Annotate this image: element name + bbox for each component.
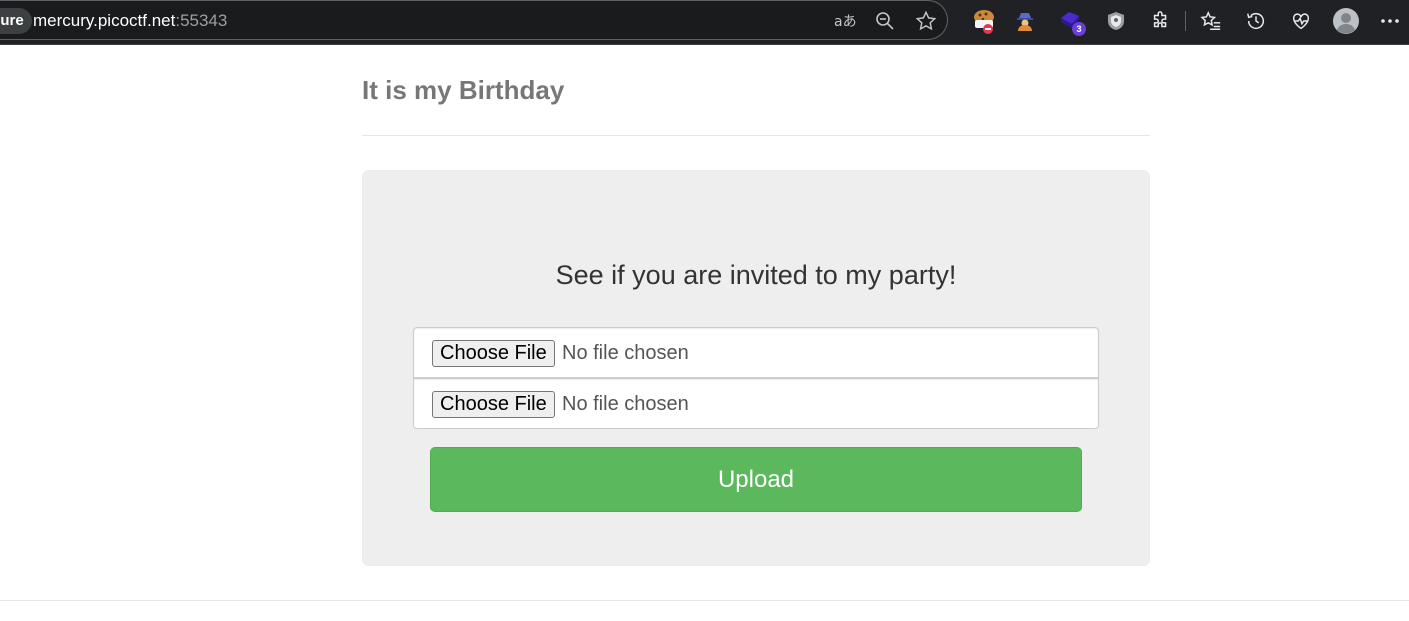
svg-text:aあ: aあ bbox=[834, 14, 856, 30]
file-status-1: No file chosen bbox=[562, 342, 689, 364]
favorites-icon[interactable] bbox=[1196, 6, 1226, 36]
security-indicator[interactable]: cure bbox=[0, 8, 32, 34]
page-title: It is my Birthday bbox=[362, 75, 565, 105]
footer-divider bbox=[0, 600, 1409, 601]
upload-button[interactable]: Upload bbox=[430, 447, 1082, 512]
choose-file-button-2[interactable]: Choose File bbox=[432, 391, 555, 418]
choose-file-button-1[interactable]: Choose File bbox=[432, 340, 555, 367]
toolbar-divider bbox=[1185, 11, 1186, 31]
header-divider bbox=[362, 135, 1150, 136]
file-status-2: No file chosen bbox=[562, 393, 689, 415]
browser-toolbar: cure mercury.picoctf.net:55343 aあ 3 bbox=[0, 0, 1409, 45]
address-bar[interactable]: cure mercury.picoctf.net:55343 aあ bbox=[0, 0, 948, 40]
favorite-star-icon[interactable] bbox=[914, 9, 938, 33]
profile-avatar-icon[interactable] bbox=[1331, 6, 1361, 36]
translate-icon[interactable]: aあ bbox=[833, 9, 857, 33]
invite-prompt: See if you are invited to my party! bbox=[555, 260, 957, 290]
url-port: :55343 bbox=[175, 11, 228, 30]
file-input-2[interactable]: Choose File No file chosen bbox=[413, 378, 1099, 429]
gem-extension-icon[interactable]: 3 bbox=[1056, 6, 1086, 36]
url-text[interactable]: mercury.picoctf.net:55343 bbox=[33, 10, 227, 32]
page-content: It is my Birthday See if you are invited… bbox=[0, 46, 1409, 621]
cookie-extension-icon[interactable] bbox=[970, 6, 1000, 36]
upload-panel: See if you are invited to my party! Choo… bbox=[362, 170, 1150, 566]
shield-extension-icon[interactable] bbox=[1101, 6, 1131, 36]
more-menu-icon[interactable] bbox=[1375, 6, 1405, 36]
spy-extension-icon[interactable] bbox=[1010, 6, 1040, 36]
extension-badge: 3 bbox=[1072, 22, 1086, 36]
zoom-out-icon[interactable] bbox=[873, 9, 897, 33]
browser-essentials-icon[interactable] bbox=[1286, 6, 1316, 36]
extensions-puzzle-icon[interactable] bbox=[1146, 6, 1176, 36]
url-host: mercury.picoctf.net bbox=[33, 11, 176, 30]
history-icon[interactable] bbox=[1241, 6, 1271, 36]
file-input-1[interactable]: Choose File No file chosen bbox=[413, 327, 1099, 378]
